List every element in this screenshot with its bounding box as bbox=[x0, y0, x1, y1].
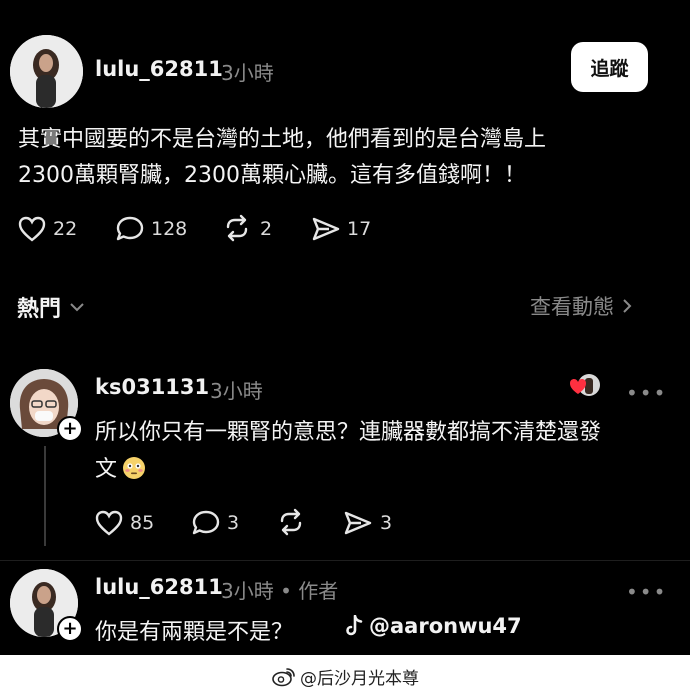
post-text-line-2: 2300萬顆腎臟，2300萬顆心臟。這有多值錢啊！！ bbox=[18, 163, 526, 188]
reply2-text: 你是有兩顆是不是？ bbox=[95, 620, 294, 645]
author-tag: • 作者 bbox=[280, 579, 339, 603]
chevron-right-icon bbox=[622, 298, 632, 314]
comment-count: 128 bbox=[151, 218, 188, 240]
reply1-comment-icon[interactable] bbox=[191, 509, 221, 537]
tiktok-icon bbox=[345, 615, 363, 637]
reply1-text-line-2: 文 bbox=[95, 451, 147, 488]
more-options-icon[interactable]: ••• bbox=[626, 381, 667, 405]
sort-dropdown[interactable]: 熱門 bbox=[17, 291, 85, 323]
reply1-repost-icon[interactable] bbox=[276, 508, 306, 536]
share-count: 17 bbox=[347, 218, 372, 240]
reply1-text-line-1: 所以你只有一顆腎的意思？連臟器數都搞不清楚還發 bbox=[95, 420, 602, 445]
view-activity-label: 查看動態 bbox=[530, 295, 614, 319]
reply2-time-value: 3小時 bbox=[221, 579, 274, 603]
reply1-share-icon[interactable] bbox=[343, 510, 373, 536]
share-icon[interactable] bbox=[311, 216, 341, 242]
chevron-down-icon bbox=[69, 301, 85, 313]
reply1-like-count: 85 bbox=[130, 512, 155, 534]
reply-thread-line bbox=[44, 446, 46, 546]
reply1-time: 3小時 bbox=[210, 379, 263, 403]
reply1-text-tail: 文 bbox=[95, 457, 118, 482]
weibo-handle: @后沙月光本尊 bbox=[300, 669, 419, 689]
reply2-username[interactable]: lulu_62811 bbox=[95, 575, 223, 599]
like-count: 22 bbox=[53, 218, 78, 240]
like-icon[interactable] bbox=[18, 216, 46, 242]
tiktok-watermark: @aaronwu47 bbox=[345, 614, 522, 638]
repost-count: 2 bbox=[260, 218, 273, 240]
post-text-line-1: 其實中國要的不是台灣的土地，他們看到的是台灣島上 bbox=[18, 127, 547, 152]
liked-by-author-icon bbox=[567, 372, 600, 400]
reply2-more-options-icon[interactable]: ••• bbox=[626, 580, 667, 604]
post-username[interactable]: lulu_62811 bbox=[95, 57, 223, 81]
reply1-username[interactable]: ks031131 bbox=[95, 375, 209, 399]
weibo-icon bbox=[272, 667, 296, 687]
post-author-avatar[interactable] bbox=[10, 35, 83, 108]
comment-icon[interactable] bbox=[115, 215, 145, 243]
weibo-watermark: @后沙月光本尊 bbox=[272, 664, 419, 689]
reply2-time: 3小時 • 作者 bbox=[221, 575, 338, 604]
sort-label: 熱門 bbox=[17, 297, 62, 322]
reply2-follow-plus-button[interactable]: + bbox=[57, 616, 83, 642]
divider bbox=[0, 560, 690, 561]
reply1-like-icon[interactable] bbox=[95, 510, 123, 536]
flushed-face-emoji bbox=[121, 455, 147, 485]
view-activity-link[interactable]: 查看動態 bbox=[530, 291, 632, 321]
reply1-comment-count: 3 bbox=[227, 512, 240, 534]
follow-plus-button[interactable]: + bbox=[57, 416, 83, 442]
repost-icon[interactable] bbox=[222, 214, 252, 242]
follow-button[interactable]: 追蹤 bbox=[571, 42, 648, 92]
post-time: 3小時 bbox=[221, 61, 274, 85]
tiktok-handle: @aaronwu47 bbox=[369, 614, 522, 638]
reply1-share-count: 3 bbox=[380, 512, 393, 534]
